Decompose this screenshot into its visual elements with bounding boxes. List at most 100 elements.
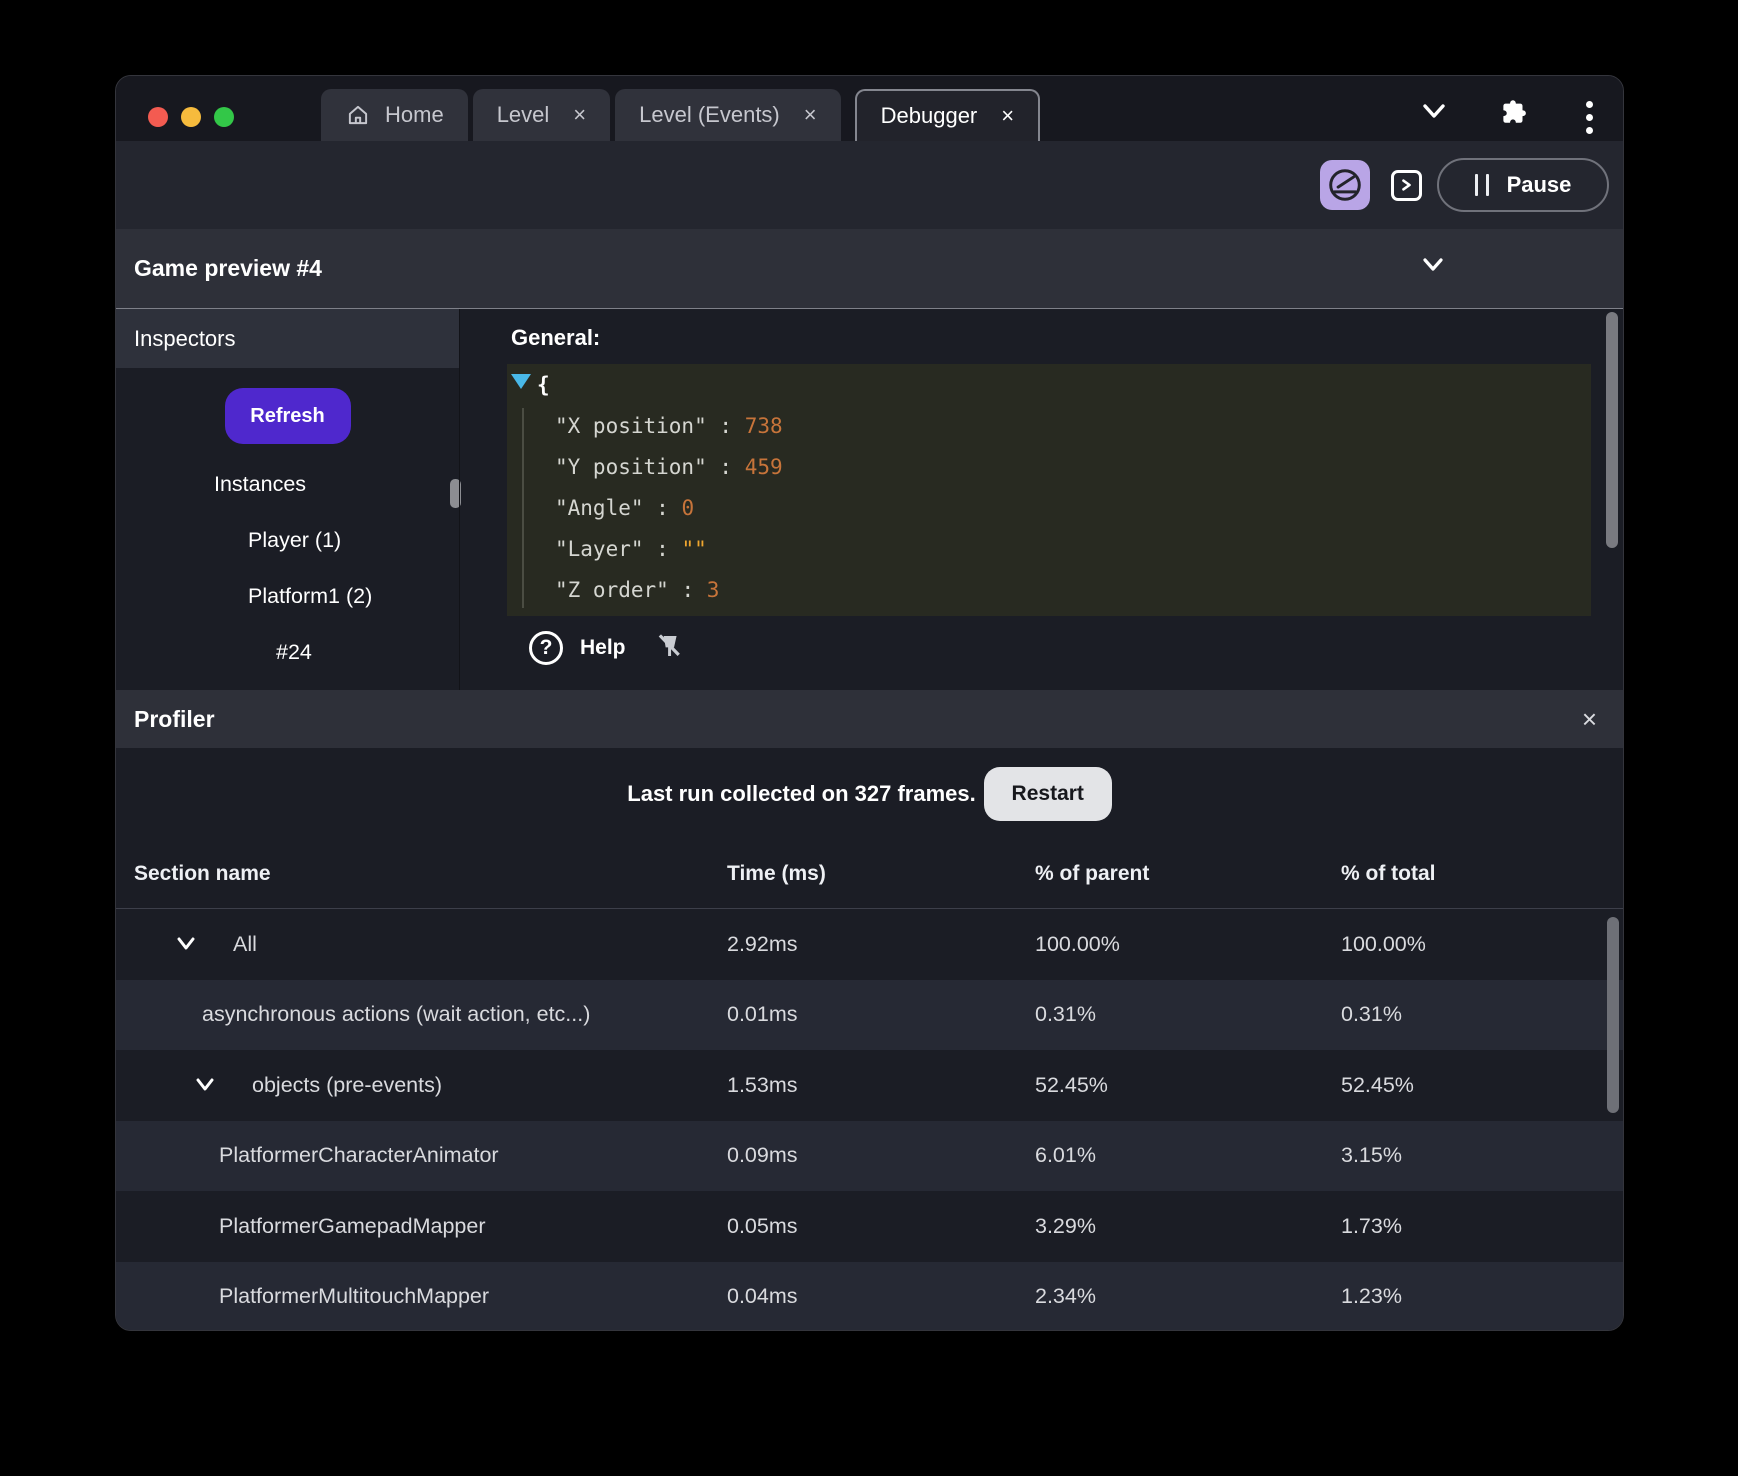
table-row[interactable]: All 2.92ms 100.00% 100.00% xyxy=(116,909,1623,980)
profiler-title: Profiler xyxy=(134,705,215,732)
section-name: All xyxy=(233,931,257,956)
time-cell: 0.04ms xyxy=(727,1284,798,1309)
profiler-body: Last run collected on 327 frames. Restar… xyxy=(116,748,1623,1330)
collapse-triangle-icon[interactable] xyxy=(511,374,531,389)
restart-button[interactable]: Restart xyxy=(983,767,1112,821)
parent-cell: 3.29% xyxy=(1035,1213,1096,1238)
column-time: Time (ms) xyxy=(727,862,826,885)
close-tab-icon[interactable]: × xyxy=(991,105,1014,127)
json-property: "Layer" : "" xyxy=(555,537,707,561)
close-icon[interactable]: × xyxy=(1582,706,1597,732)
refresh-button[interactable]: Refresh xyxy=(224,388,351,444)
tab-level-events[interactable]: Level (Events) × xyxy=(615,89,841,141)
minimize-window-button[interactable] xyxy=(181,107,201,127)
profiler-status-text: Last run collected on 327 frames. xyxy=(627,781,976,806)
column-percent-total: % of total xyxy=(1341,862,1436,885)
maximize-window-button[interactable] xyxy=(214,107,234,127)
json-property: "Z order" : 3 xyxy=(555,578,720,602)
time-cell: 0.09ms xyxy=(727,1143,798,1168)
tab-home[interactable]: Home xyxy=(321,89,468,141)
kebab-menu-icon[interactable] xyxy=(1586,101,1593,134)
inspectors-header: Inspectors xyxy=(116,309,459,368)
total-cell: 52.45% xyxy=(1341,1072,1414,1097)
total-cell: 3.15% xyxy=(1341,1143,1402,1168)
column-percent-parent: % of parent xyxy=(1035,862,1150,885)
total-cell: 0.31% xyxy=(1341,1002,1402,1027)
profiler-gauge-button[interactable] xyxy=(1320,160,1370,210)
gauge-icon xyxy=(1329,169,1361,201)
scrollbar-thumb[interactable] xyxy=(1607,917,1619,1113)
table-row[interactable]: PlatformerMultitouchMapper 0.04ms 2.34% … xyxy=(116,1261,1623,1330)
debugger-content: Inspectors Refresh Instances Player (1) … xyxy=(116,309,1623,690)
section-name: objects (pre-events) xyxy=(252,1072,442,1097)
tab-debugger[interactable]: Debugger × xyxy=(854,89,1041,141)
extensions-puzzle-icon[interactable] xyxy=(1500,98,1527,125)
game-preview-title: Game preview #4 xyxy=(134,255,322,281)
parent-cell: 52.45% xyxy=(1035,1072,1108,1097)
time-cell: 0.05ms xyxy=(727,1213,798,1238)
general-panel: General: { "X position" : 738 "Y positio… xyxy=(459,309,1623,690)
section-name: asynchronous actions (wait action, etc..… xyxy=(202,1002,591,1027)
json-property: "Angle" : 0 xyxy=(555,496,695,520)
time-cell: 0.01ms xyxy=(727,1002,798,1027)
chevron-down-icon[interactable] xyxy=(1421,102,1447,120)
tree-item-instances[interactable]: Instances xyxy=(116,456,459,512)
profiler-status-row: Last run collected on 327 frames. Restar… xyxy=(116,748,1623,840)
inspectors-title: Inspectors xyxy=(134,325,236,351)
parent-cell: 2.34% xyxy=(1035,1284,1096,1309)
app-window: Home Level × Level (Events) × Debugger × xyxy=(115,75,1624,1331)
total-cell: 1.73% xyxy=(1341,1213,1402,1238)
tab-label: Level (Events) xyxy=(639,102,780,127)
general-title: General: xyxy=(511,325,601,350)
section-name: PlatformerCharacterAnimator xyxy=(219,1143,499,1168)
table-row[interactable]: asynchronous actions (wait action, etc..… xyxy=(116,979,1623,1050)
parent-cell: 0.31% xyxy=(1035,1002,1096,1027)
close-tab-icon[interactable]: × xyxy=(563,104,586,126)
tab-label: Debugger xyxy=(880,103,978,128)
chevron-down-icon[interactable] xyxy=(1421,257,1445,273)
chevron-down-icon[interactable] xyxy=(175,936,197,952)
table-row[interactable]: objects (pre-events) 1.53ms 52.45% 52.45… xyxy=(116,1050,1623,1121)
help-label[interactable]: Help xyxy=(580,636,626,660)
json-property: "X position" : 738 xyxy=(555,414,783,438)
debugger-toolbar: Pause xyxy=(116,141,1623,229)
chevron-down-icon[interactable] xyxy=(194,1077,216,1093)
time-cell: 1.53ms xyxy=(727,1072,798,1097)
help-question-icon[interactable]: ? xyxy=(529,631,563,665)
column-section-name: Section name xyxy=(134,862,271,885)
titlebar: Home Level × Level (Events) × Debugger × xyxy=(116,76,1623,141)
pause-icon xyxy=(1474,174,1489,196)
tree-item-player[interactable]: Player (1) xyxy=(116,512,459,568)
home-icon xyxy=(345,102,371,128)
tree-item-platform1[interactable]: Platform1 (2) xyxy=(116,568,459,624)
time-cell: 2.92ms xyxy=(727,931,798,956)
json-property: "Y position" : 459 xyxy=(555,455,783,479)
parent-cell: 100.00% xyxy=(1035,931,1120,956)
window-controls xyxy=(148,107,234,127)
tab-bar: Home Level × Level (Events) × Debugger × xyxy=(321,89,1041,141)
tab-label: Level xyxy=(496,102,550,127)
console-button[interactable] xyxy=(1391,169,1422,201)
table-row[interactable]: PlatformerGamepadMapper 0.05ms 3.29% 1.7… xyxy=(116,1191,1623,1262)
pause-button[interactable]: Pause xyxy=(1437,158,1609,212)
section-name: PlatformerGamepadMapper xyxy=(219,1213,486,1238)
tab-label: Home xyxy=(385,102,444,127)
section-name: PlatformerMultitouchMapper xyxy=(219,1284,490,1309)
json-inspector: { "X position" : 738 "Y position" : 459 … xyxy=(507,364,1591,616)
tab-level[interactable]: Level × xyxy=(472,89,611,141)
indent-guide xyxy=(522,408,524,608)
scrollbar-thumb[interactable] xyxy=(1606,312,1618,548)
table-row[interactable]: PlatformerCharacterAnimator 0.09ms 6.01%… xyxy=(116,1120,1623,1191)
inspectors-panel: Inspectors Refresh Instances Player (1) … xyxy=(116,309,461,690)
unpin-icon[interactable] xyxy=(654,632,684,664)
json-open-brace: { xyxy=(537,373,550,397)
profiler-table-header: Section name Time (ms) % of parent % of … xyxy=(116,840,1623,909)
profiler-header: Profiler × xyxy=(116,690,1623,748)
total-cell: 100.00% xyxy=(1341,931,1426,956)
game-preview-header: Game preview #4 xyxy=(116,229,1623,309)
parent-cell: 6.01% xyxy=(1035,1143,1096,1168)
close-tab-icon[interactable]: × xyxy=(794,104,817,126)
tree-item-instance-24[interactable]: #24 xyxy=(116,624,459,680)
total-cell: 1.23% xyxy=(1341,1284,1402,1309)
close-window-button[interactable] xyxy=(148,107,168,127)
